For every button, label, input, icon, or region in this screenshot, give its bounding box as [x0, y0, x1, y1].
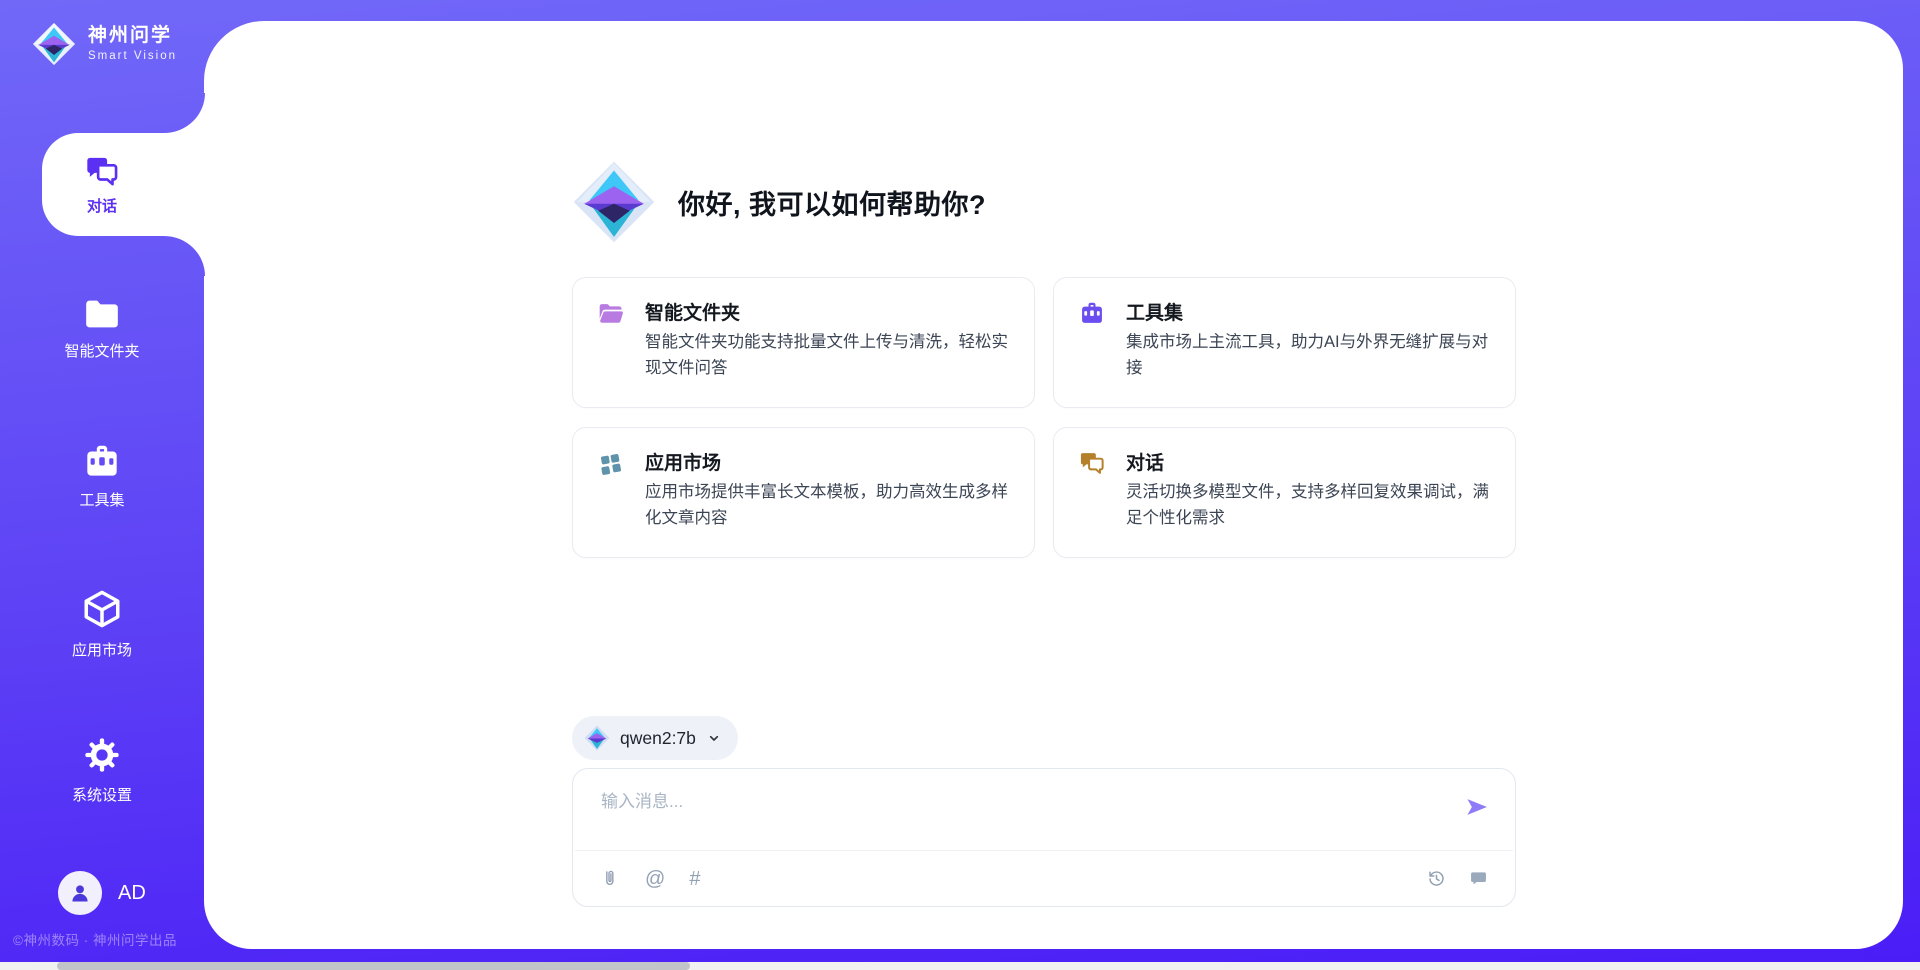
tab-fillet-bottom — [164, 236, 205, 276]
user-account[interactable]: AD — [58, 871, 146, 915]
sidebar-item-label: 对话 — [87, 195, 117, 216]
model-name: qwen2:7b — [620, 728, 696, 749]
copyright-text: ©神州数码 · 神州问学出品 — [13, 929, 177, 949]
gem-logo-icon — [572, 160, 656, 244]
greeting: 你好, 我可以如何帮助你? — [572, 160, 986, 244]
card-description: 智能文件夹功能支持批量文件上传与清洗，轻松实现文件问答 — [645, 329, 1014, 382]
send-button[interactable] — [1463, 793, 1491, 821]
gem-logo-icon — [32, 22, 76, 66]
user-initials: AD — [118, 882, 146, 905]
card-title: 对话 — [1126, 448, 1164, 475]
horizontal-scrollbar — [0, 962, 1920, 970]
card-title: 应用市场 — [645, 448, 721, 475]
sidebar-item-folders[interactable]: 智能文件夹 — [0, 297, 204, 361]
history-icon[interactable] — [1425, 868, 1447, 890]
brand-subtitle: Smart Vision — [88, 50, 177, 63]
card-title: 智能文件夹 — [645, 298, 740, 325]
message-composer: @ # — [572, 768, 1516, 907]
sidebar-item-label: 工具集 — [79, 489, 124, 510]
card-description: 应用市场提供丰富长文本模板，助力高效生成多样化文章内容 — [645, 479, 1014, 532]
card-toolset[interactable]: 工具集 集成市场上主流工具，助力AI与外界无缝扩展与对接 — [1053, 277, 1516, 408]
card-description: 集成市场上主流工具，助力AI与外界无缝扩展与对接 — [1126, 329, 1495, 382]
card-app-market[interactable]: 应用市场 应用市场提供丰富长文本模板，助力高效生成多样化文章内容 — [572, 427, 1035, 558]
brand-logo: 神州问学 Smart Vision — [32, 22, 177, 66]
chat-bubbles-icon — [1078, 450, 1106, 478]
sidebar: 神州问学 Smart Vision 对话 智能文件夹 — [0, 0, 204, 962]
brand-name: 神州问学 — [88, 26, 177, 47]
avatar — [58, 871, 102, 915]
chat-bubbles-icon — [83, 154, 121, 188]
greeting-title: 你好, 我可以如何帮助你? — [678, 183, 986, 222]
tab-fillet-top — [164, 93, 205, 133]
sidebar-item-label: 系统设置 — [72, 784, 132, 805]
scrollbar-thumb[interactable] — [57, 962, 690, 970]
open-folder-icon — [597, 300, 625, 328]
toolbox-icon — [81, 442, 123, 480]
sidebar-item-apps[interactable]: 应用市场 — [0, 588, 204, 660]
send-icon — [1463, 793, 1491, 821]
sidebar-item-chat[interactable]: 对话 — [42, 133, 205, 236]
card-description: 灵活切换多模型文件，支持多样回复效果调试，满足个性化需求 — [1126, 479, 1495, 532]
sidebar-item-label: 应用市场 — [72, 639, 132, 660]
quick-phrase-icon[interactable] — [1467, 868, 1489, 890]
message-input[interactable] — [599, 785, 1443, 841]
sidebar-item-label: 智能文件夹 — [64, 340, 139, 361]
hashtag-icon[interactable]: # — [689, 869, 700, 889]
model-selector[interactable]: qwen2:7b — [572, 716, 738, 760]
person-icon — [67, 880, 93, 906]
card-smart-folder[interactable]: 智能文件夹 智能文件夹功能支持批量文件上传与清洗，轻松实现文件问答 — [572, 277, 1035, 408]
grid-cube-icon — [597, 450, 625, 478]
folder-icon — [82, 297, 122, 331]
mention-icon[interactable]: @ — [645, 869, 665, 889]
card-chat[interactable]: 对话 灵活切换多模型文件，支持多样回复效果调试，满足个性化需求 — [1053, 427, 1516, 558]
sidebar-item-settings[interactable]: 系统设置 — [0, 735, 204, 805]
card-title: 工具集 — [1126, 298, 1183, 325]
gem-logo-icon — [584, 725, 610, 751]
attachment-icon[interactable] — [599, 868, 621, 890]
cube-icon — [81, 588, 123, 630]
gear-icon — [82, 735, 122, 775]
sidebar-item-tools[interactable]: 工具集 — [0, 442, 204, 510]
chevron-down-icon — [706, 730, 722, 746]
toolbox-icon — [1078, 300, 1106, 328]
